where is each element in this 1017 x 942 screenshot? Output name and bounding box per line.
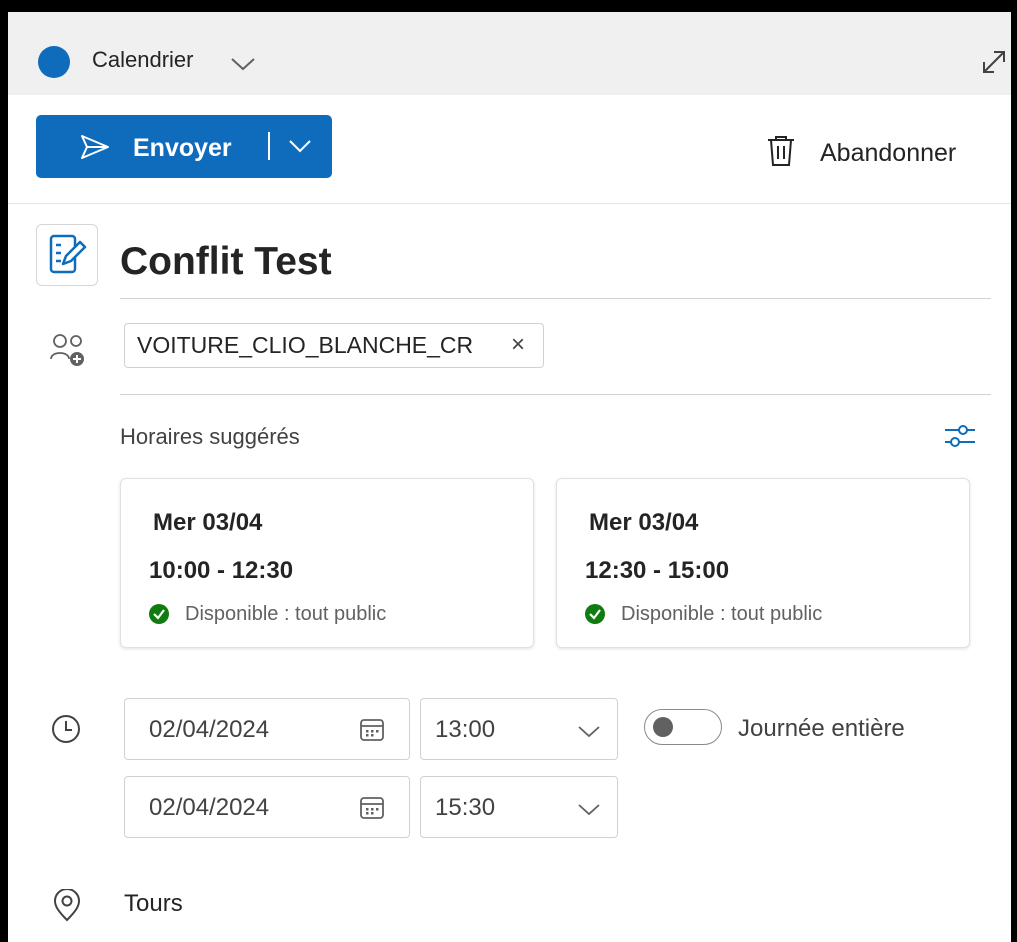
remove-attendee-icon[interactable]: × (511, 331, 525, 359)
top-bar: Calendrier (8, 12, 1011, 95)
trash-icon (768, 136, 794, 166)
calendar-color-dot[interactable] (38, 46, 70, 78)
chevron-down-icon (578, 804, 600, 816)
calendar-icon[interactable] (359, 795, 385, 821)
suggestion-availability: Disponible : tout public (185, 603, 387, 625)
send-button-divider (268, 132, 270, 160)
edit-form-icon (49, 234, 87, 274)
suggestion-availability: Disponible : tout public (621, 603, 823, 625)
send-button-label: Envoyer (133, 134, 232, 162)
attendee-chip-label: VOITURE_CLIO_BLANCHE_CR (137, 332, 474, 358)
expand-icon[interactable] (980, 48, 1008, 76)
discard-button-label: Abandonner (820, 139, 957, 167)
suggestion-card[interactable]: Mer 03/04 10:00 - 12:30 Disponible : tou… (120, 478, 534, 648)
add-people-icon[interactable] (50, 333, 86, 367)
all-day-toggle[interactable] (644, 709, 722, 745)
start-date-field[interactable]: 02/04/2024 (124, 698, 410, 760)
location-input[interactable]: Tours (124, 890, 183, 918)
check-circle-icon (585, 604, 605, 624)
send-icon (81, 135, 109, 159)
toggle-knob (653, 717, 673, 737)
chevron-down-icon (578, 726, 600, 738)
check-circle-icon (149, 604, 169, 624)
suggestion-day: Mer 03/04 (589, 509, 699, 536)
send-options-chevron-icon[interactable] (288, 139, 312, 153)
start-date-value: 02/04/2024 (149, 716, 270, 743)
end-date-field[interactable]: 02/04/2024 (124, 776, 410, 838)
event-type-button[interactable] (36, 224, 98, 286)
title-divider (120, 298, 991, 299)
end-time-value: 15:30 (435, 794, 496, 821)
start-time-value: 13:00 (435, 716, 496, 743)
calendar-icon[interactable] (359, 717, 385, 743)
clock-icon (52, 715, 80, 743)
location-icon (53, 889, 81, 922)
start-time-select[interactable]: 13:00 (420, 698, 618, 760)
end-date-value: 02/04/2024 (149, 794, 270, 821)
event-title-input[interactable]: Conflit Test (120, 240, 332, 284)
end-time-select[interactable]: 15:30 (420, 776, 618, 838)
suggestion-time: 12:30 - 15:00 (585, 557, 730, 584)
suggestion-time: 10:00 - 12:30 (149, 557, 294, 584)
chevron-down-icon[interactable] (230, 56, 256, 72)
suggested-times-heading: Horaires suggérés (120, 424, 300, 449)
suggestion-card[interactable]: Mer 03/04 12:30 - 15:00 Disponible : tou… (556, 478, 970, 648)
filter-settings-icon[interactable] (943, 421, 977, 451)
send-button[interactable]: Envoyer (36, 115, 332, 178)
attendees-divider (120, 394, 991, 395)
calendar-selector-label[interactable]: Calendrier (92, 47, 194, 73)
attendee-chip[interactable]: VOITURE_CLIO_BLANCHE_CR × (124, 323, 544, 368)
toolbar-divider (8, 203, 1011, 204)
all-day-label: Journée entière (738, 715, 905, 742)
suggestion-day: Mer 03/04 (153, 509, 263, 536)
